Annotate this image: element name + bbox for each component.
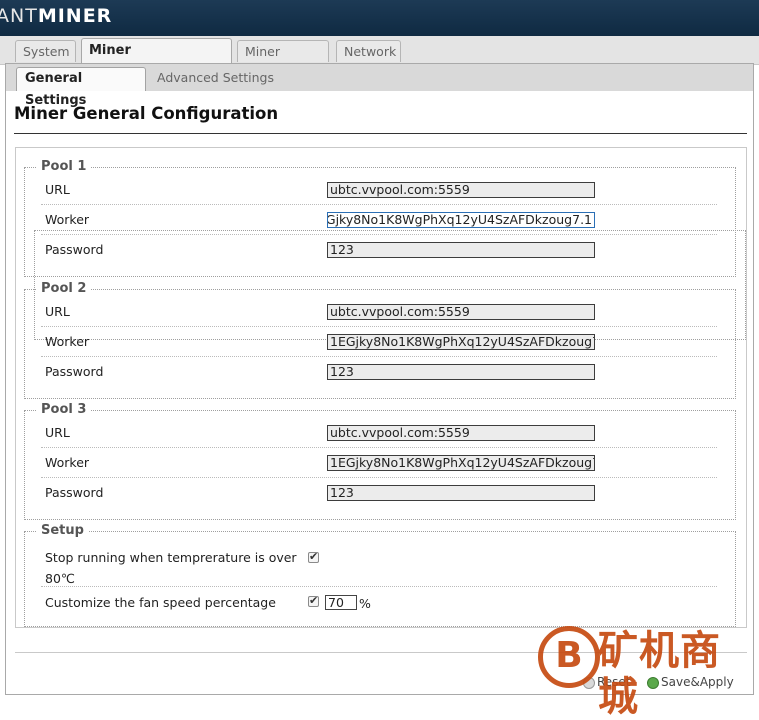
pool-1-worker-row: Worker EGjky8No1K8WgPhXq12yU4SzAFDkzoug7… <box>41 205 717 235</box>
fan-speed-row: Customize the fan speed percentage ✔ 70 … <box>41 588 717 617</box>
pool-3-worker-row: Worker 1EGjky8No1K8WgPhXq12yU4SzAFDkzoug… <box>41 448 717 478</box>
sub-tab-strip: General Settings Advanced Settings <box>6 64 753 108</box>
pool-2-legend: Pool 2 <box>37 281 91 296</box>
tab-system[interactable]: System <box>15 40 76 62</box>
worker-label: Worker <box>45 212 90 227</box>
url-label: URL <box>45 304 70 319</box>
subtab-label: General Settings <box>25 71 87 108</box>
pool-2-password-input[interactable]: 123 <box>327 364 595 380</box>
pool-2-fieldset: Pool 2 URL ubtc.vvpool.com:5559 Worker 1… <box>24 281 736 399</box>
pool-3-password-row: Password 123 <box>41 478 717 507</box>
url-label: URL <box>45 182 70 197</box>
tab-label: System <box>23 44 70 59</box>
pool-3-fieldset: Pool 3 URL ubtc.vvpool.com:5559 Worker 1… <box>24 402 736 520</box>
pool-1-url-row: URL ubtc.vvpool.com:5559 <box>41 175 717 205</box>
stop-temperature-checkbox[interactable]: ✔ <box>308 550 319 563</box>
logo-bold-text: MINER <box>37 5 113 27</box>
subtab-label: Advanced Settings <box>157 70 274 85</box>
main-tab-strip: System Miner Configuration Miner Status … <box>0 36 759 82</box>
tab-network[interactable]: Network <box>336 40 401 62</box>
tab-label: Network <box>344 44 397 59</box>
bitcoin-glyph: B <box>555 635 583 676</box>
tab-miner-configuration[interactable]: Miner Configuration <box>81 38 232 82</box>
pool-2-worker-input[interactable]: 1EGjky8No1K8WgPhXq12yU4SzAFDkzoug7 <box>327 334 595 350</box>
pool-1-password-row: Password 123 <box>41 235 717 264</box>
pool-3-legend: Pool 3 <box>37 402 91 417</box>
pool-1-fieldset: Pool 1 URL ubtc.vvpool.com:5559 Worker E… <box>24 159 736 277</box>
fan-speed-checkbox[interactable]: ✔ <box>308 594 319 607</box>
page-title: Miner General Configuration <box>14 104 279 123</box>
pool-2-url-input[interactable]: ubtc.vvpool.com:5559 <box>327 304 595 320</box>
pool-3-url-row: URL ubtc.vvpool.com:5559 <box>41 418 717 448</box>
password-label: Password <box>45 242 104 257</box>
password-label: Password <box>45 364 104 379</box>
fan-speed-unit: % <box>359 596 371 611</box>
pool-1-password-input[interactable]: 123 <box>327 242 595 258</box>
logo-light-text: ANT <box>0 5 38 27</box>
check-icon: ✔ <box>309 594 319 607</box>
bitcoin-logo-icon: B <box>538 626 600 688</box>
worker-label: Worker <box>45 334 90 349</box>
top-header-bar: ANTMINER <box>0 0 759 36</box>
pool-1-worker-value: EGjky8No1K8WgPhXq12yU4SzAFDkzoug7.1 <box>327 212 592 227</box>
worker-label: Worker <box>45 455 90 470</box>
pool-1-legend: Pool 1 <box>37 159 91 174</box>
subtab-general-settings[interactable]: General Settings <box>16 67 146 108</box>
title-divider <box>14 133 747 134</box>
check-icon: ✔ <box>309 550 319 563</box>
pool-2-worker-row: Worker 1EGjky8No1K8WgPhXq12yU4SzAFDkzoug… <box>41 327 717 357</box>
watermark: B 矿机商城 <box>538 620 759 720</box>
stop-temperature-value: 80℃ <box>45 571 75 586</box>
antminer-logo: ANTMINER <box>0 5 112 27</box>
pool-3-password-input[interactable]: 123 <box>327 485 595 501</box>
fan-speed-input[interactable]: 70 <box>325 595 357 610</box>
watermark-text: 矿机商城 <box>598 628 721 720</box>
url-label: URL <box>45 425 70 440</box>
tab-miner-status[interactable]: Miner Status <box>237 40 329 81</box>
configuration-panel: General Settings Advanced Settings Miner… <box>5 63 754 695</box>
pool-3-url-input[interactable]: ubtc.vvpool.com:5559 <box>327 425 595 441</box>
pool-2-url-row: URL ubtc.vvpool.com:5559 <box>41 297 717 327</box>
pool-1-worker-input[interactable]: EGjky8No1K8WgPhXq12yU4SzAFDkzoug7.1 <box>327 212 595 228</box>
pool-1-url-input[interactable]: ubtc.vvpool.com:5559 <box>327 182 595 198</box>
fan-speed-label: Customize the fan speed percentage <box>45 595 276 610</box>
setup-legend: Setup <box>37 523 88 538</box>
stop-temperature-row: Stop running when temprerature is over 8… <box>41 543 717 587</box>
pool-3-worker-input[interactable]: 1EGjky8No1K8WgPhXq12yU4SzAFDkzoug7 <box>327 455 595 471</box>
stop-temperature-label: Stop running when temprerature is over <box>45 550 297 565</box>
pool-2-password-row: Password 123 <box>41 357 717 386</box>
setup-fieldset: Setup Stop running when temprerature is … <box>24 523 736 627</box>
password-label: Password <box>45 485 104 500</box>
subtab-advanced-settings[interactable]: Advanced Settings <box>149 67 282 91</box>
